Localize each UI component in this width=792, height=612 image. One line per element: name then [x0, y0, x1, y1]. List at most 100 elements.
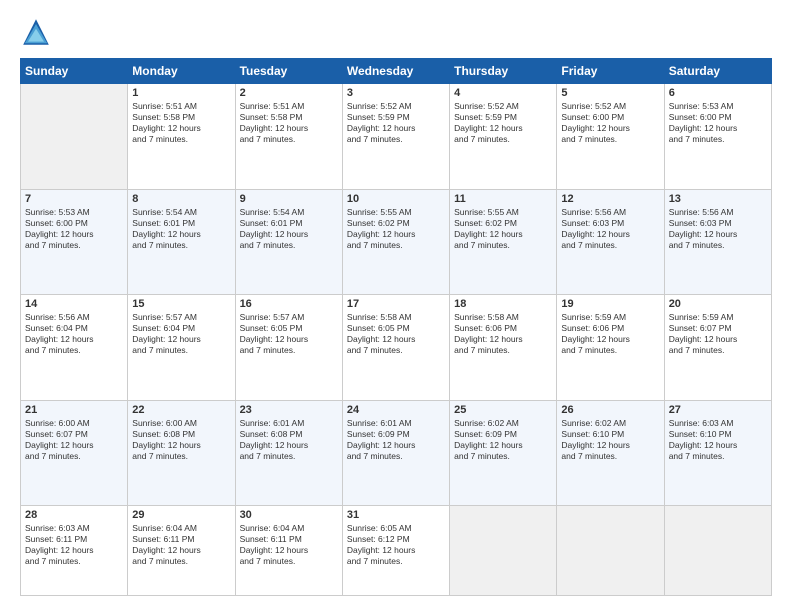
calendar-cell: 19 Sunrise: 5:59 AM Sunset: 6:06 PM Dayli…: [557, 295, 664, 401]
calendar-cell: 17 Sunrise: 5:58 AM Sunset: 6:05 PM Dayli…: [342, 295, 449, 401]
day-number: 25: [454, 404, 552, 416]
day-number: 11: [454, 193, 552, 205]
day-number: 18: [454, 298, 552, 310]
day-info: Sunrise: 6:01 AM Sunset: 6:08 PM Dayligh…: [240, 418, 338, 462]
day-info: Sunrise: 5:58 AM Sunset: 6:05 PM Dayligh…: [347, 312, 445, 356]
calendar-cell: 2Sunrise: 5:51 AM Sunset: 5:58 PM Daylig…: [235, 84, 342, 190]
day-info: Sunrise: 6:00 AM Sunset: 6:08 PM Dayligh…: [132, 418, 230, 462]
calendar-cell: 11 Sunrise: 5:55 AM Sunset: 6:02 PM Dayli…: [450, 189, 557, 295]
calendar-cell: 22 Sunrise: 6:00 AM Sunset: 6:08 PM Dayli…: [128, 400, 235, 506]
day-number: 14: [25, 298, 123, 310]
day-number: 30: [240, 509, 338, 521]
day-info: Sunrise: 6:02 AM Sunset: 6:09 PM Dayligh…: [454, 418, 552, 462]
day-number: 10: [347, 193, 445, 205]
calendar-cell: [664, 506, 771, 596]
day-number: 8: [132, 193, 230, 205]
calendar-cell: 12 Sunrise: 5:56 AM Sunset: 6:03 PM Dayli…: [557, 189, 664, 295]
day-info: Sunrise: 6:04 AM Sunset: 6:11 PM Dayligh…: [132, 523, 230, 567]
calendar-cell: [557, 506, 664, 596]
calendar-cell: 1Sunrise: 5:51 AM Sunset: 5:58 PM Daylig…: [128, 84, 235, 190]
day-number: 27: [669, 404, 767, 416]
calendar-cell: 23 Sunrise: 6:01 AM Sunset: 6:08 PM Dayli…: [235, 400, 342, 506]
day-info: Sunrise: 5:56 AM Sunset: 6:03 PM Dayligh…: [561, 207, 659, 251]
calendar-table: SundayMondayTuesdayWednesdayThursdayFrid…: [20, 58, 772, 596]
calendar-cell: 13 Sunrise: 5:56 AM Sunset: 6:03 PM Dayli…: [664, 189, 771, 295]
day-number: 9: [240, 193, 338, 205]
page: SundayMondayTuesdayWednesdayThursdayFrid…: [0, 0, 792, 612]
day-info: Sunrise: 5:57 AM Sunset: 6:05 PM Dayligh…: [240, 312, 338, 356]
weekday-header-friday: Friday: [557, 59, 664, 84]
calendar-cell: 14 Sunrise: 5:56 AM Sunset: 6:04 PM Dayli…: [21, 295, 128, 401]
day-info: Sunrise: 5:55 AM Sunset: 6:02 PM Dayligh…: [347, 207, 445, 251]
day-info: Sunrise: 5:59 AM Sunset: 6:07 PM Dayligh…: [669, 312, 767, 356]
weekday-header-sunday: Sunday: [21, 59, 128, 84]
day-number: 31: [347, 509, 445, 521]
day-number: 23: [240, 404, 338, 416]
calendar-cell: 20 Sunrise: 5:59 AM Sunset: 6:07 PM Dayli…: [664, 295, 771, 401]
calendar-cell: 10 Sunrise: 5:55 AM Sunset: 6:02 PM Dayli…: [342, 189, 449, 295]
day-number: 4: [454, 87, 552, 99]
day-number: 17: [347, 298, 445, 310]
calendar-cell: 24 Sunrise: 6:01 AM Sunset: 6:09 PM Dayli…: [342, 400, 449, 506]
day-number: 28: [25, 509, 123, 521]
day-info: Sunrise: 5:51 AM Sunset: 5:58 PM Dayligh…: [132, 101, 230, 145]
calendar-cell: 31Sunrise: 6:05 AM Sunset: 6:12 PM Dayli…: [342, 506, 449, 596]
day-info: Sunrise: 5:53 AM Sunset: 6:00 PM Dayligh…: [669, 101, 767, 145]
calendar-cell: 18 Sunrise: 5:58 AM Sunset: 6:06 PM Dayli…: [450, 295, 557, 401]
day-number: 29: [132, 509, 230, 521]
day-info: Sunrise: 5:58 AM Sunset: 6:06 PM Dayligh…: [454, 312, 552, 356]
calendar-cell: 27 Sunrise: 6:03 AM Sunset: 6:10 PM Dayli…: [664, 400, 771, 506]
week-row-2: 14 Sunrise: 5:56 AM Sunset: 6:04 PM Dayli…: [21, 295, 772, 401]
calendar-cell: [450, 506, 557, 596]
day-info: Sunrise: 5:56 AM Sunset: 6:03 PM Dayligh…: [669, 207, 767, 251]
day-number: 15: [132, 298, 230, 310]
day-number: 12: [561, 193, 659, 205]
day-number: 2: [240, 87, 338, 99]
day-info: Sunrise: 5:52 AM Sunset: 5:59 PM Dayligh…: [454, 101, 552, 145]
day-number: 6: [669, 87, 767, 99]
week-row-4: 28 Sunrise: 6:03 AM Sunset: 6:11 PM Dayli…: [21, 506, 772, 596]
day-info: Sunrise: 5:56 AM Sunset: 6:04 PM Dayligh…: [25, 312, 123, 356]
calendar-body: 1Sunrise: 5:51 AM Sunset: 5:58 PM Daylig…: [21, 84, 772, 596]
weekday-header-monday: Monday: [128, 59, 235, 84]
day-number: 20: [669, 298, 767, 310]
day-info: Sunrise: 6:03 AM Sunset: 6:10 PM Dayligh…: [669, 418, 767, 462]
week-row-0: 1Sunrise: 5:51 AM Sunset: 5:58 PM Daylig…: [21, 84, 772, 190]
day-info: Sunrise: 6:02 AM Sunset: 6:10 PM Dayligh…: [561, 418, 659, 462]
day-info: Sunrise: 5:54 AM Sunset: 6:01 PM Dayligh…: [240, 207, 338, 251]
weekday-header-row: SundayMondayTuesdayWednesdayThursdayFrid…: [21, 59, 772, 84]
calendar-cell: 25 Sunrise: 6:02 AM Sunset: 6:09 PM Dayli…: [450, 400, 557, 506]
day-info: Sunrise: 5:55 AM Sunset: 6:02 PM Dayligh…: [454, 207, 552, 251]
day-info: Sunrise: 6:00 AM Sunset: 6:07 PM Dayligh…: [25, 418, 123, 462]
day-number: 7: [25, 193, 123, 205]
day-info: Sunrise: 5:57 AM Sunset: 6:04 PM Dayligh…: [132, 312, 230, 356]
day-number: 21: [25, 404, 123, 416]
day-number: 24: [347, 404, 445, 416]
weekday-header-wednesday: Wednesday: [342, 59, 449, 84]
logo-icon: [20, 16, 52, 48]
day-info: Sunrise: 6:03 AM Sunset: 6:11 PM Dayligh…: [25, 523, 123, 567]
calendar-cell: 15 Sunrise: 5:57 AM Sunset: 6:04 PM Dayli…: [128, 295, 235, 401]
calendar-cell: 8Sunrise: 5:54 AM Sunset: 6:01 PM Daylig…: [128, 189, 235, 295]
week-row-3: 21 Sunrise: 6:00 AM Sunset: 6:07 PM Dayli…: [21, 400, 772, 506]
day-info: Sunrise: 5:59 AM Sunset: 6:06 PM Dayligh…: [561, 312, 659, 356]
day-number: 5: [561, 87, 659, 99]
calendar-header: SundayMondayTuesdayWednesdayThursdayFrid…: [21, 59, 772, 84]
calendar-cell: 28 Sunrise: 6:03 AM Sunset: 6:11 PM Dayli…: [21, 506, 128, 596]
day-info: Sunrise: 5:53 AM Sunset: 6:00 PM Dayligh…: [25, 207, 123, 251]
calendar-cell: 5 Sunrise: 5:52 AM Sunset: 6:00 PM Daylig…: [557, 84, 664, 190]
calendar-cell: 6 Sunrise: 5:53 AM Sunset: 6:00 PM Daylig…: [664, 84, 771, 190]
calendar-cell: 7 Sunrise: 5:53 AM Sunset: 6:00 PM Daylig…: [21, 189, 128, 295]
calendar-cell: 21 Sunrise: 6:00 AM Sunset: 6:07 PM Dayli…: [21, 400, 128, 506]
calendar-cell: 16Sunrise: 5:57 AM Sunset: 6:05 PM Dayli…: [235, 295, 342, 401]
day-number: 22: [132, 404, 230, 416]
calendar-cell: 4 Sunrise: 5:52 AM Sunset: 5:59 PM Daylig…: [450, 84, 557, 190]
day-info: Sunrise: 6:01 AM Sunset: 6:09 PM Dayligh…: [347, 418, 445, 462]
day-number: 13: [669, 193, 767, 205]
week-row-1: 7 Sunrise: 5:53 AM Sunset: 6:00 PM Daylig…: [21, 189, 772, 295]
day-info: Sunrise: 5:52 AM Sunset: 6:00 PM Dayligh…: [561, 101, 659, 145]
day-number: 3: [347, 87, 445, 99]
day-number: 19: [561, 298, 659, 310]
weekday-header-thursday: Thursday: [450, 59, 557, 84]
calendar-cell: 3Sunrise: 5:52 AM Sunset: 5:59 PM Daylig…: [342, 84, 449, 190]
